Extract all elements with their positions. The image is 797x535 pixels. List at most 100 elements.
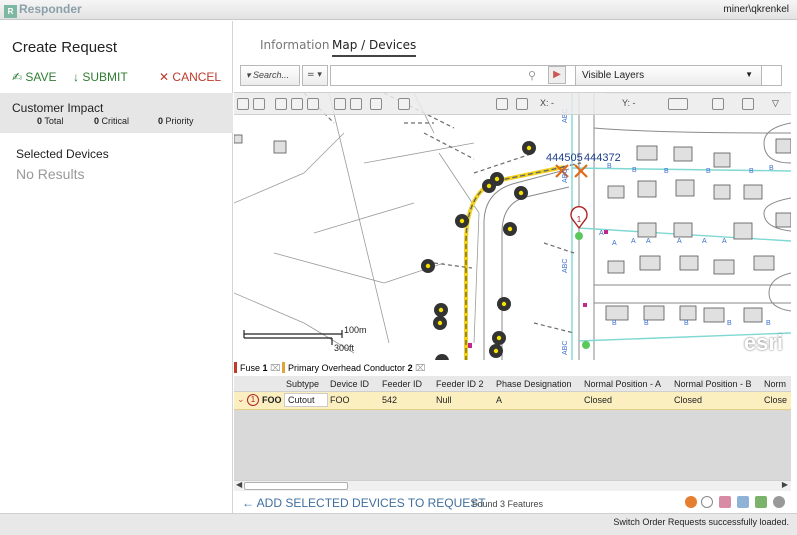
service-lines xyxy=(303,93,575,334)
col-subtype[interactable]: Subtype xyxy=(286,379,319,389)
draw-icon[interactable] xyxy=(496,98,508,110)
impact-priority-count: 0 xyxy=(158,116,164,126)
scroll-right-icon[interactable]: ▶ xyxy=(782,480,788,489)
x-coordinate: X: - xyxy=(540,98,555,108)
svg-text:B: B xyxy=(607,163,612,170)
row-number-badge: 1 xyxy=(247,394,259,406)
device-markers[interactable] xyxy=(421,141,536,360)
tab-map-devices[interactable]: Map / Devices xyxy=(332,38,417,57)
table-row[interactable]: ⌄ 1 FOO Cutout FOO 542 Null A Closed Clo… xyxy=(234,392,791,410)
results-tabs: Fuse 1 ⌧ Primary Overhead Conductor 2 ⌧ xyxy=(234,360,791,376)
coordinate-box-icon[interactable] xyxy=(668,98,688,110)
app-logo-text: Responder xyxy=(19,2,82,16)
row-phase: A xyxy=(496,395,503,405)
expand-icon[interactable]: ⌄ xyxy=(237,394,245,405)
results-footer: ← ADD SELECTED DEVICES TO REQUEST Found … xyxy=(234,493,791,513)
close-icon[interactable]: ⌧ xyxy=(270,363,280,373)
impact-critical-label: Critical xyxy=(101,116,130,126)
results-scrollbar[interactable]: ◀ ▶ xyxy=(234,480,791,491)
col-feeder-id-2[interactable]: Feeder ID 2 xyxy=(436,379,484,389)
svg-text:ABC: ABC xyxy=(562,169,569,183)
col-phase-designation[interactable]: Phase Designation xyxy=(496,379,572,389)
user-name[interactable]: miner\qkrenkel xyxy=(723,4,789,15)
row-subtype[interactable]: Cutout xyxy=(284,393,328,407)
magnify-icon[interactable] xyxy=(398,98,410,110)
zoom-out-icon[interactable] xyxy=(275,98,287,110)
print-icon[interactable] xyxy=(742,98,754,110)
svg-text:A: A xyxy=(646,238,651,245)
zoom-extent-icon[interactable] xyxy=(307,98,319,110)
col-normal-position-b[interactable]: Normal Position - B xyxy=(674,379,752,389)
selected-devices-empty: No Results xyxy=(16,166,85,182)
svg-text:A: A xyxy=(631,238,636,245)
svg-text:A: A xyxy=(612,240,617,247)
svg-text:A: A xyxy=(677,238,682,245)
svg-text:B: B xyxy=(749,168,754,175)
zoom-in-icon[interactable] xyxy=(291,98,303,110)
save-label: SAVE xyxy=(25,70,57,84)
customer-impact-title: Customer Impact xyxy=(12,101,104,115)
selected-devices-title: Selected Devices xyxy=(16,147,109,161)
impact-priority: 0 Priority xyxy=(158,116,194,126)
close-icon[interactable]: ⌧ xyxy=(415,363,425,373)
search-field-dropdown[interactable]: ▾ Search... xyxy=(240,65,300,86)
select-area-icon[interactable] xyxy=(350,98,362,110)
map-canvas[interactable]: 444505 444372 1 B B B B B B A A A A A A A B B B B B ABC… xyxy=(234,93,791,360)
device-label-444372: 444372 xyxy=(584,152,621,164)
selected-device-pin[interactable]: 1 xyxy=(570,206,588,240)
scrollbar-thumb[interactable] xyxy=(244,482,348,490)
zoom-to-icon[interactable] xyxy=(701,496,713,508)
tab-conductor-count: 2 xyxy=(407,363,413,373)
col-normal-position-a[interactable]: Normal Position - A xyxy=(584,379,661,389)
tab-information[interactable]: Information xyxy=(260,38,329,52)
export-icon[interactable] xyxy=(737,496,749,508)
locate-icon[interactable] xyxy=(685,496,697,508)
svg-text:A: A xyxy=(722,238,727,245)
col-normal-position-c[interactable]: Norm xyxy=(764,379,791,389)
search-operator-dropdown[interactable]: = ▾ xyxy=(302,65,328,86)
app-header: R Responder miner\qkrenkel xyxy=(0,0,797,20)
svg-text:B: B xyxy=(644,320,649,327)
map-toolbar: X: - Y: - ▽ xyxy=(234,93,791,115)
col-feeder-id[interactable]: Feeder ID xyxy=(382,379,422,389)
svg-text:ABC: ABC xyxy=(562,259,569,273)
clear-selection-icon[interactable] xyxy=(370,98,382,110)
identify-icon[interactable] xyxy=(516,98,528,110)
submit-label: SUBMIT xyxy=(82,70,128,84)
request-panel: Create Request ✍︎ SAVE ↓ SUBMIT ✕ CANCEL… xyxy=(0,21,233,535)
pin-number: 1 xyxy=(577,215,582,224)
col-device-id[interactable]: Device ID xyxy=(330,379,369,389)
layers-icon[interactable] xyxy=(712,98,724,110)
svg-text:B: B xyxy=(706,168,711,175)
impact-critical-count: 0 xyxy=(94,116,100,126)
customer-impact-counts: 0 Total 0 Critical 0 Priority xyxy=(12,116,221,128)
search-icon[interactable]: ⚲ xyxy=(528,69,536,82)
settings-icon[interactable] xyxy=(773,496,785,508)
previous-extent-icon[interactable] xyxy=(237,98,249,110)
submit-button[interactable]: ↓ SUBMIT xyxy=(73,70,128,84)
save-icon: ✍︎ xyxy=(12,70,23,84)
highlight-icon[interactable] xyxy=(719,496,731,508)
pan-icon[interactable] xyxy=(334,98,346,110)
toolbar-menu-icon[interactable]: ▽ xyxy=(772,98,779,109)
tab-primary-overhead-conductor[interactable]: Primary Overhead Conductor 2 ⌧ xyxy=(282,362,425,374)
svg-text:B: B xyxy=(769,165,774,172)
chevron-down-icon: ▼ xyxy=(745,70,753,79)
results-header: Subtype Device ID Feeder ID Feeder ID 2 … xyxy=(234,376,791,392)
conductor-color-swatch xyxy=(282,362,285,373)
select-tool-icon[interactable]: ▶ xyxy=(548,66,566,84)
report-icon[interactable] xyxy=(755,496,767,508)
impact-critical: 0 Critical xyxy=(94,116,129,126)
cancel-button[interactable]: ✕ CANCEL xyxy=(159,70,221,84)
next-extent-icon[interactable] xyxy=(253,98,265,110)
cancel-label: CANCEL xyxy=(172,70,222,84)
scale-metric: 100m xyxy=(344,325,367,335)
visible-layers-dropdown[interactable]: Visible Layers ▼ xyxy=(575,65,762,86)
tab-fuse[interactable]: Fuse 1 ⌧ xyxy=(234,362,280,374)
add-selected-devices-button[interactable]: ← ADD SELECTED DEVICES TO REQUEST xyxy=(242,496,486,510)
scroll-left-icon[interactable]: ◀ xyxy=(236,480,242,489)
save-button[interactable]: ✍︎ SAVE xyxy=(12,70,57,84)
svg-text:B: B xyxy=(727,320,732,327)
impact-total-label: Total xyxy=(44,116,64,126)
map-view[interactable]: 444505 444372 1 B B B B B B A A A A A A A B B B B B ABC… xyxy=(234,92,791,360)
